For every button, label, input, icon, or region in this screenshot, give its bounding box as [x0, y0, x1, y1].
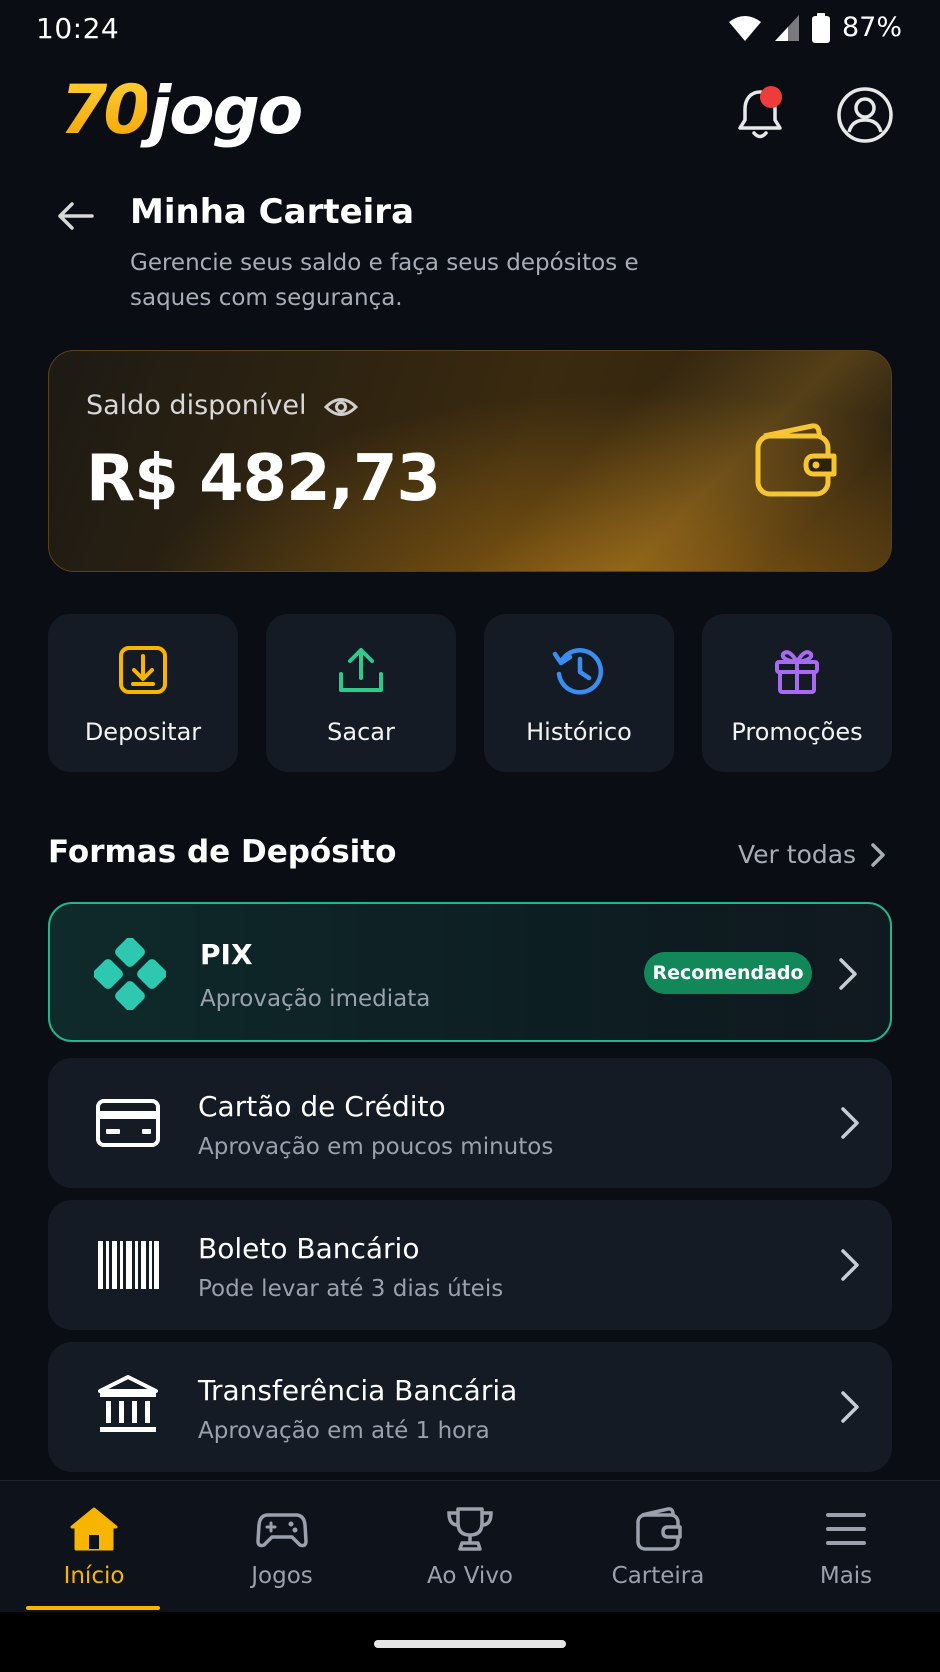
deposit-button[interactable]: Depositar [48, 614, 238, 772]
wallet-icon [636, 1507, 682, 1551]
active-tab-indicator [26, 1606, 160, 1610]
method-subtitle: Aprovação em poucos minutos [198, 1134, 554, 1160]
method-title: PIX [200, 938, 253, 971]
page-subtitle: Gerencie seus saldo e faça seus depósito… [130, 250, 639, 311]
profile-icon[interactable] [836, 86, 894, 144]
nav-label: Carteira [611, 1563, 705, 1589]
cell-signal-icon [774, 14, 799, 41]
method-title: Boleto Bancário [198, 1232, 420, 1265]
status-icons: 87% [728, 12, 902, 43]
battery-icon [811, 12, 830, 43]
method-title: Cartão de Crédito [198, 1090, 446, 1123]
menu-icon [826, 1513, 866, 1545]
nav-label: Mais [819, 1563, 873, 1589]
chevron-right-icon [871, 842, 885, 867]
method-title: Transferência Bancária [198, 1374, 518, 1407]
home-indicator[interactable] [374, 1640, 566, 1648]
barcode-icon [98, 1241, 159, 1289]
logo-word: jogo [148, 71, 304, 149]
battery-percent: 87% [841, 12, 902, 43]
gamepad-icon [256, 1513, 308, 1548]
credit-card-icon [96, 1099, 160, 1147]
deposit-label: Depositar [84, 718, 202, 746]
method-subtitle: Aprovação imediata [200, 986, 431, 1012]
deposit-icon [119, 646, 167, 694]
recommended-badge: Recomendado [644, 952, 812, 994]
method-subtitle: Pode levar até 3 dias úteis [198, 1276, 504, 1302]
section-title: Formas de Depósito [48, 834, 397, 870]
nav-label: Ao Vivo [426, 1563, 513, 1589]
deposit-method-bank-transfer[interactable]: Transferência Bancária Aprovação em até … [48, 1342, 892, 1472]
trophy-icon [447, 1507, 493, 1551]
nav-item-more[interactable]: Mais [752, 1481, 940, 1613]
bottom-navigation: Início Jogos Ao Vivo Carteira Mais [0, 1480, 940, 1612]
gift-icon [775, 650, 819, 694]
wifi-icon [728, 15, 761, 41]
history-label: Histórico [526, 718, 632, 746]
nav-item-wallet[interactable]: Carteira [564, 1481, 752, 1613]
deposit-method-credit-card[interactable]: Cartão de Crédito Aprovação em poucos mi… [48, 1058, 892, 1188]
logo-number: 70 [60, 70, 151, 150]
history-icon [552, 648, 604, 695]
chevron-right-icon [841, 1391, 859, 1423]
page-title: Minha Carteira [130, 192, 415, 232]
see-all-link[interactable]: Ver todas [738, 840, 886, 869]
withdraw-label: Sacar [327, 718, 395, 746]
brand-logo[interactable]: 70 jogo [60, 70, 304, 150]
withdraw-button[interactable]: Sacar [266, 614, 456, 772]
wallet-icon [755, 423, 837, 497]
nav-item-live[interactable]: Ao Vivo [376, 1481, 564, 1613]
chevron-right-icon [841, 1249, 859, 1281]
status-time: 10:24 [36, 12, 120, 45]
nav-label: Jogos [251, 1563, 313, 1589]
promotions-label: Promoções [731, 718, 863, 746]
nav-label: Início [63, 1563, 125, 1589]
nav-item-games[interactable]: Jogos [188, 1481, 376, 1613]
balance-value: R$ 482,73 [86, 442, 441, 516]
notification-badge [760, 86, 782, 108]
chevron-right-icon [841, 1107, 859, 1139]
home-icon [70, 1507, 118, 1551]
balance-label: Saldo disponível [86, 390, 307, 421]
method-subtitle: Aprovação em até 1 hora [198, 1418, 490, 1444]
upload-icon [339, 648, 383, 692]
history-button[interactable]: Histórico [484, 614, 674, 772]
deposit-method-boleto[interactable]: Boleto Bancário Pode levar até 3 dias út… [48, 1200, 892, 1330]
promotions-button[interactable]: Promoções [702, 614, 892, 772]
eye-icon[interactable] [324, 394, 358, 420]
bank-icon [98, 1375, 158, 1432]
back-arrow-icon[interactable] [56, 196, 96, 236]
nav-item-home[interactable]: Início [0, 1481, 188, 1613]
chevron-right-icon [839, 958, 857, 990]
deposit-method-pix[interactable]: PIX Aprovação imediata Recomendado [48, 902, 892, 1042]
see-all-label: Ver todas [738, 840, 857, 869]
pix-icon [94, 938, 166, 1010]
